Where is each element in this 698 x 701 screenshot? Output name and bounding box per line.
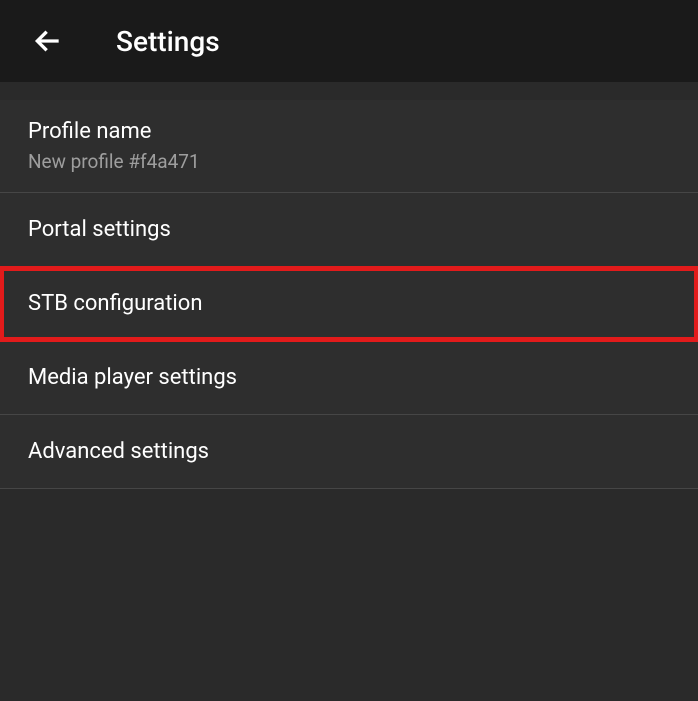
page-title: Settings — [116, 25, 220, 58]
app-bar: Settings — [0, 0, 698, 82]
list-item-title: Media player settings — [28, 365, 670, 390]
back-arrow-icon[interactable] — [28, 21, 68, 61]
list-item-advanced-settings[interactable]: Advanced settings — [0, 415, 698, 489]
list-item-subtitle: New profile #f4a471 — [28, 150, 670, 173]
list-item-title: Advanced settings — [28, 439, 670, 464]
list-item-title: Profile name — [28, 119, 670, 144]
list-item-profile-name[interactable]: Profile name New profile #f4a471 — [0, 100, 698, 193]
list-item-media-player-settings[interactable]: Media player settings — [0, 341, 698, 415]
settings-list: Profile name New profile #f4a471 Portal … — [0, 100, 698, 489]
list-item-title: Portal settings — [28, 217, 670, 242]
list-item-portal-settings[interactable]: Portal settings — [0, 193, 698, 267]
list-item-stb-configuration[interactable]: STB configuration — [0, 267, 698, 341]
list-item-title: STB configuration — [28, 291, 670, 316]
